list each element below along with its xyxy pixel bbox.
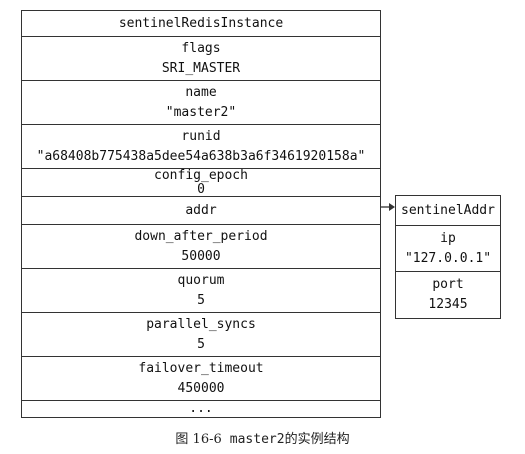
caption-code: master2 — [229, 432, 285, 447]
field-name: down_after_period — [134, 228, 268, 244]
field-value: "master2" — [165, 104, 237, 120]
field-ellipsis: ... — [22, 401, 380, 417]
field-runid: runid "a68408b775438a5dee54a638b3a6f3461… — [22, 125, 380, 169]
caption-description: 的实例结构 — [284, 432, 350, 447]
struct-title: sentinelRedisInstance — [118, 15, 284, 31]
figure-label: 图 16-6 — [175, 432, 222, 447]
field-value: 0 — [197, 181, 205, 197]
field-addr: addr — [22, 197, 380, 225]
field-name: flags — [181, 40, 221, 56]
field-name-row: name "master2" — [22, 81, 380, 125]
field-value: 450000 — [177, 380, 225, 396]
field-ip: ip "127.0.0.1" — [396, 226, 500, 272]
field-config-epoch: config_epoch 0 — [22, 167, 380, 197]
field-name: failover_timeout — [138, 360, 264, 376]
field-name: parallel_syncs — [146, 316, 256, 332]
field-flags: flags SRI_MASTER — [22, 37, 380, 81]
field-name: port — [432, 277, 464, 292]
sentinel-redis-instance-struct: sentinelRedisInstance flags SRI_MASTER n… — [21, 10, 381, 418]
field-name: config_epoch — [154, 167, 248, 183]
field-name: name — [185, 84, 217, 100]
struct-title-cell: sentinelRedisInstance — [22, 11, 380, 37]
sentinel-addr-struct: sentinelAddr ip "127.0.0.1" port 12345 — [395, 195, 501, 319]
field-value: 5 — [197, 336, 205, 352]
field-name: ... — [189, 401, 213, 416]
field-parallel-syncs: parallel_syncs 5 — [22, 313, 380, 357]
field-name: ip — [440, 230, 456, 246]
pointer-arrow — [381, 203, 395, 211]
field-failover-timeout: failover_timeout 450000 — [22, 357, 380, 401]
field-port: port 12345 — [396, 272, 500, 318]
field-name: addr — [185, 202, 217, 218]
field-value: 12345 — [428, 297, 468, 312]
addr-struct-title-cell: sentinelAddr — [396, 196, 500, 226]
figure-caption: 图 16-6 master2的实例结构 — [0, 428, 525, 447]
field-value: SRI_MASTER — [161, 60, 241, 76]
field-name: quorum — [177, 272, 225, 288]
field-value: 5 — [197, 292, 205, 308]
field-value: 50000 — [181, 248, 221, 264]
field-name: runid — [181, 128, 221, 144]
field-quorum: quorum 5 — [22, 269, 380, 313]
field-down-after-period: down_after_period 50000 — [22, 225, 380, 269]
addr-struct-title: sentinelAddr — [401, 202, 495, 218]
field-value: "a68408b775438a5dee54a638b3a6f3461920158… — [36, 148, 366, 164]
field-value: "127.0.0.1" — [404, 250, 492, 266]
